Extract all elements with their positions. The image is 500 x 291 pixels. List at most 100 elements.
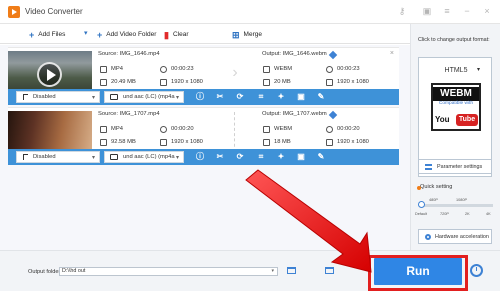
quick-setting-slider[interactable] xyxy=(418,201,493,208)
output-folder-field[interactable]: D:\\hd out ▾ xyxy=(59,267,278,276)
hardware-acceleration-button[interactable]: Hardware acceleration xyxy=(418,229,492,244)
clock-icon xyxy=(160,126,167,133)
format-icon xyxy=(100,126,107,133)
output-size-icon xyxy=(263,139,270,146)
clock-icon xyxy=(160,66,167,73)
plus-folder-icon: + xyxy=(97,29,103,40)
youtube-logo: Tube xyxy=(456,114,478,126)
minimize-icon[interactable]: − xyxy=(462,6,472,16)
output-resolution: 1920 x 1080 xyxy=(337,139,369,145)
crop-icon[interactable]: ⌗ xyxy=(256,92,266,102)
source-file-name: Source: IMG_1707.mp4 xyxy=(98,111,160,117)
key-icon[interactable]: ⚷ xyxy=(397,6,407,16)
output-size-icon xyxy=(263,79,270,86)
output-format-name: HTML5 xyxy=(444,67,468,74)
output-clock-icon xyxy=(326,66,333,73)
output-clock-icon xyxy=(326,126,333,133)
chevron-down-icon: ▾ xyxy=(91,155,95,161)
chevron-down-icon: ▾ xyxy=(175,155,179,161)
edit-output-name-icon[interactable] xyxy=(328,110,338,120)
output-format-icon xyxy=(263,66,270,73)
input-size: 20.49 MB xyxy=(111,79,136,85)
trash-icon: ▮ xyxy=(164,29,169,40)
output-format: WEBM xyxy=(274,126,293,132)
cart-icon[interactable]: ▣ xyxy=(422,6,432,16)
subtitle-icon xyxy=(23,94,28,100)
audio-track-select[interactable]: und aac (LC) (mp4a ▾ xyxy=(104,91,184,103)
audio-track-select[interactable]: und aac (LC) (mp4a ▾ xyxy=(104,151,184,163)
play-icon[interactable] xyxy=(37,62,62,87)
format-hint: Click to change output format: xyxy=(418,37,490,43)
subtitle-icon xyxy=(23,154,28,160)
slider-knob[interactable] xyxy=(418,201,425,208)
input-size: 92.58 MB xyxy=(111,139,136,145)
output-file-name: Output: IMG_1707.webm xyxy=(262,111,327,117)
file-list: Source: IMG_1646.mp4 MP4 00:00:23 20.49 … xyxy=(0,45,410,250)
app-logo-icon xyxy=(8,6,20,18)
browse-folder-icon[interactable] xyxy=(287,267,296,274)
output-size: 18 MB xyxy=(274,139,291,145)
input-format: MP4 xyxy=(111,66,123,72)
menu-icon[interactable]: ≡ xyxy=(442,6,452,16)
open-folder-icon[interactable] xyxy=(325,267,334,274)
chip-icon xyxy=(425,234,431,240)
input-duration: 00:00:23 xyxy=(171,66,194,72)
format-icon xyxy=(100,66,107,73)
add-files-dropdown-icon[interactable]: ▾ xyxy=(84,29,88,37)
trim-icon[interactable]: ✂ xyxy=(215,92,225,102)
output-resolution-icon xyxy=(326,139,333,146)
subtitle-edit-icon[interactable]: ✎ xyxy=(316,152,326,162)
input-duration: 00:00:20 xyxy=(171,126,194,132)
close-icon[interactable]: × xyxy=(482,6,492,16)
edit-bar: Disabled ▾ und aac (LC) (mp4a ▾ ⓘ ✂ ⟳ ⌗ … xyxy=(8,149,399,165)
output-file-name: Output: IMG_1646.webm xyxy=(262,51,327,57)
chevron-down-icon: ▾ xyxy=(91,95,95,101)
info-icon[interactable]: ⓘ xyxy=(195,152,205,162)
subtitle-select[interactable]: Disabled ▾ xyxy=(16,151,100,163)
crop-icon[interactable]: ⌗ xyxy=(256,152,266,162)
watermark-icon[interactable]: ▣ xyxy=(296,92,306,102)
parameter-settings-button[interactable]: Parameter settings xyxy=(418,159,492,174)
output-duration: 00:00:20 xyxy=(337,126,360,132)
resolution-icon xyxy=(160,139,167,146)
convert-divider xyxy=(234,112,235,152)
merge-button[interactable]: ⊞ Merge xyxy=(232,29,262,40)
toolbar: + Add Files ▾ + Add Video Folder ▮ Clear… xyxy=(0,24,410,44)
clear-button[interactable]: ▮ Clear xyxy=(164,29,189,40)
info-icon[interactable]: ⓘ xyxy=(195,92,205,102)
app-title: Video Converter xyxy=(25,7,83,16)
output-folder-label: Output folder: xyxy=(28,269,62,275)
sliders-icon xyxy=(425,164,432,170)
rotate-icon[interactable]: ⟳ xyxy=(235,92,245,102)
merge-icon: ⊞ xyxy=(232,29,240,40)
output-resolution: 1920 x 1080 xyxy=(337,79,369,85)
rotate-icon[interactable]: ⟳ xyxy=(235,152,245,162)
chevron-down-icon: ▾ xyxy=(175,95,179,101)
webm-logo: WEBM Compatible with You Tube xyxy=(431,83,481,131)
size-icon xyxy=(100,139,107,146)
subtitle-select[interactable]: Disabled ▾ xyxy=(16,91,100,103)
output-duration: 00:00:23 xyxy=(337,66,360,72)
alarm-icon[interactable] xyxy=(470,264,483,277)
input-resolution: 1920 x 1080 xyxy=(171,139,203,145)
output-resolution-icon xyxy=(326,79,333,86)
chevron-down-icon: ▾ xyxy=(271,268,274,274)
effects-icon[interactable]: ✦ xyxy=(276,152,286,162)
output-format-panel: Click to change output format: HTML5 ▾ W… xyxy=(410,24,500,250)
add-video-folder-button[interactable]: + Add Video Folder xyxy=(97,29,156,40)
add-files-button[interactable]: + Add Files xyxy=(29,29,65,40)
effects-icon[interactable]: ✦ xyxy=(276,92,286,102)
audio-icon xyxy=(110,154,118,160)
title-bar: Video Converter ⚷ ▣ ≡ − × xyxy=(0,0,500,24)
audio-icon xyxy=(110,94,118,100)
edit-output-name-icon[interactable] xyxy=(328,50,338,60)
output-format: WEBM xyxy=(274,66,293,72)
input-format: MP4 xyxy=(111,126,123,132)
watermark-icon[interactable]: ▣ xyxy=(296,152,306,162)
run-button[interactable]: Run xyxy=(374,258,462,285)
output-format-icon xyxy=(263,126,270,133)
subtitle-edit-icon[interactable]: ✎ xyxy=(316,92,326,102)
remove-item-icon[interactable]: × xyxy=(390,50,394,57)
quick-setting-title: Quick setting xyxy=(417,184,452,190)
trim-icon[interactable]: ✂ xyxy=(215,152,225,162)
